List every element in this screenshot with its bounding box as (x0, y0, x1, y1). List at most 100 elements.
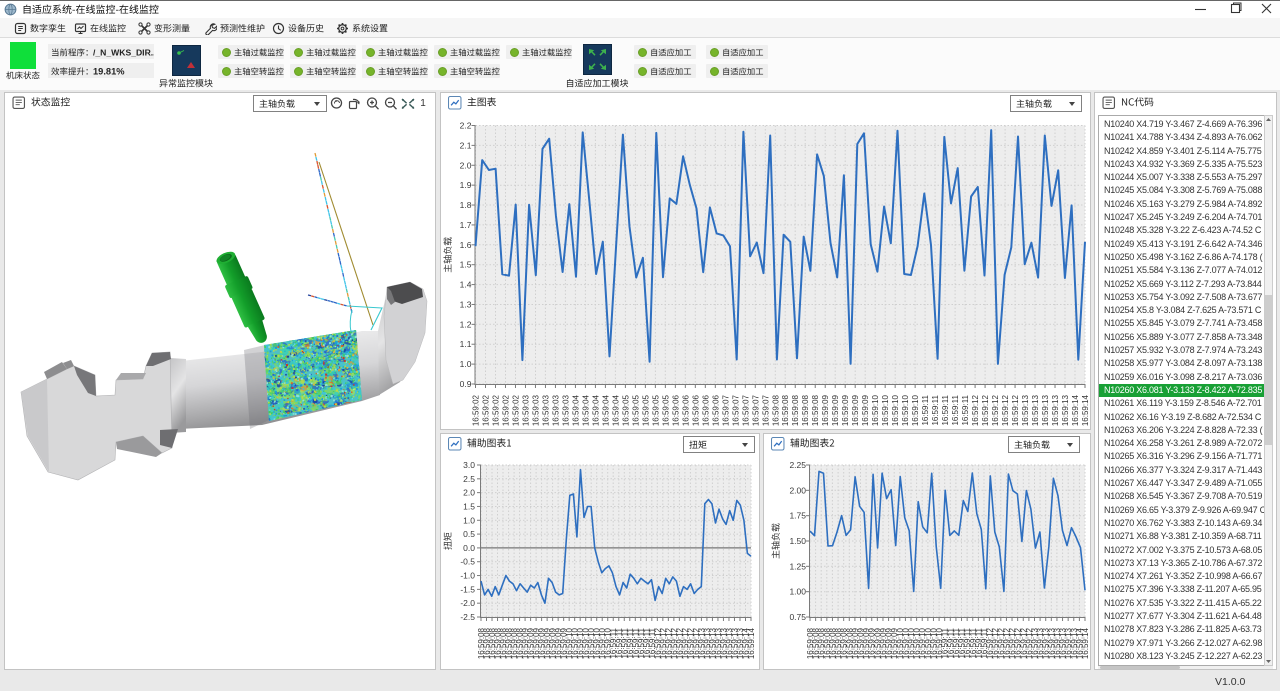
svg-text:16:59:03: 16:59:03 (551, 394, 560, 426)
svg-text:-2.0: -2.0 (460, 598, 475, 608)
svg-text:16:59:06: 16:59:06 (671, 394, 680, 426)
svg-text:0.5: 0.5 (463, 529, 475, 539)
svg-text:16:59:08: 16:59:08 (771, 394, 780, 426)
svg-text:16:59:12: 16:59:12 (971, 394, 980, 426)
svg-text:2.0: 2.0 (463, 488, 475, 498)
svg-text:16:59:04: 16:59:04 (571, 394, 580, 426)
svg-text:1.00: 1.00 (789, 587, 806, 597)
svg-text:16:59:05: 16:59:05 (661, 394, 670, 426)
svg-text:V1.0.0: V1.0.0 (1215, 676, 1246, 688)
svg-text:0.75: 0.75 (789, 612, 806, 622)
svg-text:16:59:02: 16:59:02 (491, 394, 500, 426)
svg-text:16:59:04: 16:59:04 (611, 394, 620, 426)
svg-text:16:59:02: 16:59:02 (501, 394, 510, 426)
svg-text:16:59:09: 16:59:09 (821, 394, 830, 426)
svg-text:16:59:04: 16:59:04 (591, 394, 600, 426)
svg-text:1.0: 1.0 (460, 359, 472, 369)
svg-text:16:59:02: 16:59:02 (472, 394, 481, 426)
svg-text:-1.5: -1.5 (460, 584, 475, 594)
svg-text:16:59:07: 16:59:07 (741, 394, 750, 426)
svg-text:16:59:07: 16:59:07 (731, 394, 740, 426)
svg-text:16:59:08: 16:59:08 (801, 394, 810, 426)
svg-text:16:59:06: 16:59:06 (701, 394, 710, 426)
svg-text:1.5: 1.5 (460, 260, 472, 270)
svg-text:1.50: 1.50 (789, 536, 806, 546)
svg-text:16:59:14: 16:59:14 (1081, 394, 1090, 426)
svg-text:1.9: 1.9 (460, 180, 472, 190)
svg-text:16:59:13: 16:59:13 (1041, 394, 1050, 426)
svg-text:1.2: 1.2 (460, 319, 472, 329)
svg-text:16:59:03: 16:59:03 (541, 394, 550, 426)
svg-text:1.4: 1.4 (460, 280, 472, 290)
svg-text:2.1: 2.1 (460, 140, 472, 150)
svg-text:16:59:03: 16:59:03 (531, 394, 540, 426)
svg-text:-0.5: -0.5 (460, 557, 475, 567)
svg-text:16:59:11: 16:59:11 (921, 394, 930, 425)
svg-text:16:59:14: 16:59:14 (1081, 627, 1090, 659)
svg-text:1.8: 1.8 (460, 200, 472, 210)
svg-text:16:59:09: 16:59:09 (861, 394, 870, 426)
svg-text:1.5: 1.5 (463, 501, 475, 511)
svg-text:16:59:07: 16:59:07 (761, 394, 770, 426)
svg-text:16:59:14: 16:59:14 (1071, 394, 1080, 426)
svg-text:16:59:12: 16:59:12 (1011, 394, 1020, 426)
svg-text:16:59:11: 16:59:11 (931, 394, 940, 425)
svg-text:16:59:06: 16:59:06 (711, 394, 720, 426)
svg-text:-2.5: -2.5 (460, 612, 475, 622)
svg-text:16:59:12: 16:59:12 (1001, 394, 1010, 426)
svg-text:3.0: 3.0 (463, 460, 475, 470)
svg-text:1.75: 1.75 (789, 511, 806, 521)
svg-text:2.2: 2.2 (460, 121, 472, 131)
svg-text:16:59:05: 16:59:05 (651, 394, 660, 426)
svg-text:16:59:07: 16:59:07 (721, 394, 730, 426)
svg-text:2.25: 2.25 (789, 460, 806, 470)
svg-text:1.7: 1.7 (460, 220, 472, 230)
svg-text:16:59:07: 16:59:07 (751, 394, 760, 426)
svg-text:16:59:13: 16:59:13 (1051, 394, 1060, 426)
svg-text:2.00: 2.00 (789, 485, 806, 495)
svg-text:16:59:10: 16:59:10 (881, 394, 890, 426)
svg-text:16:59:08: 16:59:08 (811, 394, 820, 426)
svg-text:16:59:03: 16:59:03 (561, 394, 570, 426)
svg-text:2.0: 2.0 (460, 160, 472, 170)
svg-text:2.5: 2.5 (463, 474, 475, 484)
svg-text:16:59:04: 16:59:04 (601, 394, 610, 426)
svg-text:1.6: 1.6 (460, 240, 472, 250)
svg-text:16:59:06: 16:59:06 (681, 394, 690, 426)
svg-text:19.81%: 19.81% (93, 67, 125, 77)
svg-text:16:59:13: 16:59:13 (1021, 394, 1030, 426)
svg-text:1.1: 1.1 (460, 339, 472, 349)
svg-text:16:59:14: 16:59:14 (747, 627, 756, 659)
svg-text:0.9: 0.9 (460, 379, 472, 389)
svg-text:16:59:09: 16:59:09 (851, 394, 860, 426)
svg-text:16:59:10: 16:59:10 (911, 394, 920, 426)
svg-text:16:59:10: 16:59:10 (871, 394, 880, 426)
svg-text:16:59:12: 16:59:12 (991, 394, 1000, 426)
svg-text:16:59:09: 16:59:09 (841, 394, 850, 426)
svg-text:16:59:02: 16:59:02 (481, 394, 490, 426)
svg-text:16:59:05: 16:59:05 (641, 394, 650, 426)
svg-text:1.0: 1.0 (463, 515, 475, 525)
svg-text:1.25: 1.25 (789, 561, 806, 571)
svg-text:16:59:10: 16:59:10 (891, 394, 900, 426)
svg-text:16:59:08: 16:59:08 (781, 394, 790, 426)
svg-text:16:59:13: 16:59:13 (1061, 394, 1070, 426)
svg-text:16:59:05: 16:59:05 (631, 394, 640, 426)
svg-text:1.3: 1.3 (460, 299, 472, 309)
svg-text:16:59:03: 16:59:03 (521, 394, 530, 426)
svg-text:16:59:05: 16:59:05 (621, 394, 630, 426)
svg-text:16:59:09: 16:59:09 (831, 394, 840, 426)
svg-text:16:59:04: 16:59:04 (581, 394, 590, 426)
svg-text:-1.0: -1.0 (460, 571, 475, 581)
svg-text:16:59:12: 16:59:12 (981, 394, 990, 426)
svg-text:16:59:10: 16:59:10 (901, 394, 910, 426)
svg-text:/_N_WKS_DIR...: /_N_WKS_DIR... (93, 48, 154, 58)
svg-text:16:59:13: 16:59:13 (1031, 394, 1040, 426)
svg-text:16:59:02: 16:59:02 (511, 394, 520, 426)
svg-text:16:59:06: 16:59:06 (691, 394, 700, 426)
svg-text:16:59:08: 16:59:08 (791, 394, 800, 426)
svg-text:16:59:11: 16:59:11 (941, 394, 950, 425)
svg-text:16:59:11: 16:59:11 (961, 394, 970, 425)
svg-text:0.0: 0.0 (463, 543, 475, 553)
svg-text:16:59:11: 16:59:11 (951, 394, 960, 425)
